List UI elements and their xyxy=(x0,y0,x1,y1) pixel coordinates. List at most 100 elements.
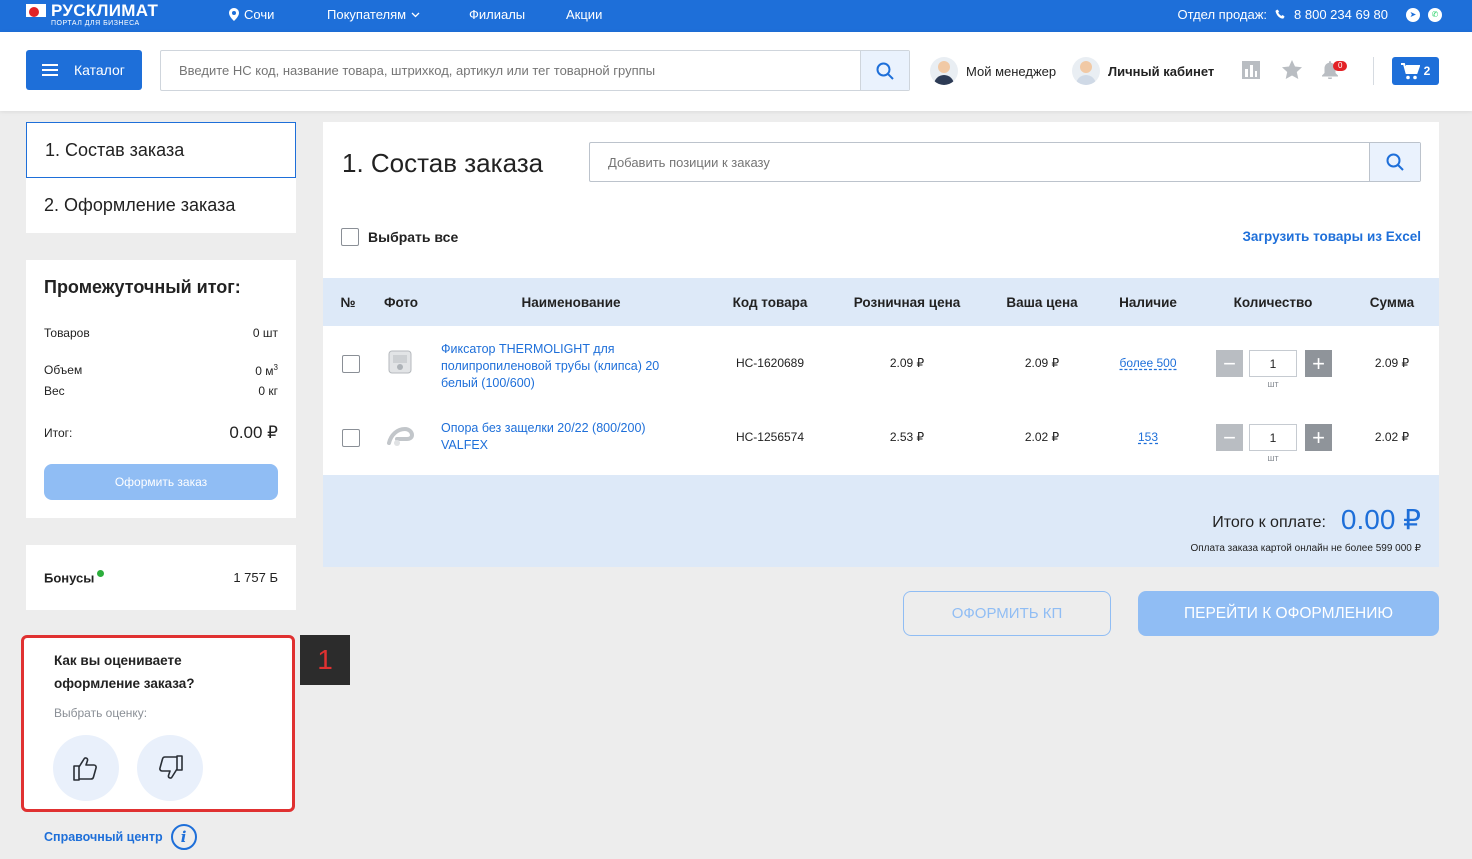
thumbs-down-button[interactable] xyxy=(137,735,203,801)
add-items-search-button[interactable] xyxy=(1369,143,1420,181)
bonus-coin-icon xyxy=(97,569,105,577)
row-checkbox[interactable] xyxy=(342,429,360,447)
product-code: НС-1620689 xyxy=(735,356,805,370)
increase-button[interactable]: + xyxy=(1305,424,1332,451)
order-total: Итого к оплате: 0.00 ₽ Оплата заказа кар… xyxy=(323,475,1439,567)
order-composition-panel: 1. Состав заказа Выбрать все Загрузить т… xyxy=(323,122,1439,567)
personal-cabinet-link[interactable]: Личный кабинет xyxy=(1072,57,1214,85)
my-manager-link[interactable]: Мой менеджер xyxy=(930,57,1056,85)
upload-excel-link[interactable]: Загрузить товары из Excel xyxy=(1242,229,1421,244)
col-quantity: Количество xyxy=(1233,295,1313,310)
volume-label: Объем xyxy=(44,363,83,377)
product-code: НС-1256574 xyxy=(735,430,805,444)
subtotal-goods-row: Товаров 0 шт xyxy=(44,326,278,340)
nav-buyers-label: Покупателям xyxy=(327,7,407,22)
header-divider xyxy=(1373,57,1374,85)
nav-branches[interactable]: Филиалы xyxy=(469,7,525,22)
subtotal-weight-row: Вес 0 кг xyxy=(44,384,278,398)
quantity-unit: шт xyxy=(1267,453,1279,463)
col-name: Наименование xyxy=(521,295,621,310)
product-name-link[interactable]: Опора без защелки 20/22 (800/200) VALFEX xyxy=(441,420,676,454)
col-retail-price: Розничная цена xyxy=(853,295,961,310)
logo-subtitle: ПОРТАЛ ДЛЯ БИЗНЕСА xyxy=(51,19,140,27)
quantity-stepper: − 1 + шт xyxy=(1216,350,1332,389)
rating-prompt: Выбрать оценку: xyxy=(54,706,148,720)
page-title: 1. Состав заказа xyxy=(342,148,544,178)
notifications-badge: 0 xyxy=(1333,61,1348,71)
nav-promotions[interactable]: Акции xyxy=(566,7,602,22)
table-row: Фиксатор THERMOLIGHT для полипропиленово… xyxy=(323,326,1439,400)
product-photo[interactable] xyxy=(383,419,419,455)
row-checkbox[interactable] xyxy=(342,355,360,373)
col-photo: Фото xyxy=(383,295,419,310)
sales-label: Отдел продаж: xyxy=(1177,7,1268,22)
location-pin-icon xyxy=(229,8,239,21)
sales-contacts: Отдел продаж: 8 800 234 69 80 ➤ ✆ xyxy=(1177,7,1442,22)
create-quote-button[interactable]: ОФОРМИТЬ КП xyxy=(903,591,1111,636)
table-header: № Фото Наименование Код товара Розничная… xyxy=(323,278,1439,326)
logo[interactable]: РУСКЛИМАТ ПОРТАЛ ДЛЯ БИЗНЕСА xyxy=(26,0,159,27)
sales-phone[interactable]: 8 800 234 69 80 xyxy=(1294,7,1388,22)
select-all-label: Выбрать все xyxy=(368,229,459,245)
star-icon[interactable] xyxy=(1282,60,1302,79)
quantity-input[interactable]: 1 xyxy=(1249,350,1297,377)
retail-price: 2.09 ₽ xyxy=(889,356,925,370)
catalog-button[interactable]: Каталог xyxy=(26,50,142,90)
row-sum: 2.02 ₽ xyxy=(1374,430,1410,444)
order-steps: 1. Состав заказа 2. Оформление заказа xyxy=(26,122,296,233)
volume-value-wrap: 0 м3 xyxy=(255,363,278,378)
step-composition[interactable]: 1. Состав заказа xyxy=(26,122,296,178)
personal-cabinet-label: Личный кабинет xyxy=(1108,63,1215,79)
city-label: Сочи xyxy=(244,7,275,22)
stock-link[interactable]: 153 xyxy=(1138,430,1158,444)
thumbs-down-icon xyxy=(159,755,183,779)
global-search-input[interactable] xyxy=(161,51,851,90)
select-all-checkbox[interactable] xyxy=(341,228,359,246)
add-items-input[interactable] xyxy=(590,143,1360,181)
quantity-stepper: − 1 + шт xyxy=(1216,424,1332,463)
select-all[interactable]: Выбрать все xyxy=(341,228,458,246)
nav-buyers[interactable]: Покупателям xyxy=(327,7,420,22)
chart-icon[interactable] xyxy=(1242,61,1260,79)
stock-link[interactable]: более 500 xyxy=(1120,356,1177,370)
menu-icon xyxy=(42,64,58,76)
table-row: Опора без защелки 20/22 (800/200) VALFEX… xyxy=(323,400,1439,474)
phone-icon xyxy=(1275,9,1285,19)
volume-unit-sup: 3 xyxy=(273,363,278,372)
payable-value: 0.00 ₽ xyxy=(1340,504,1421,535)
decrease-button[interactable]: − xyxy=(1216,424,1243,451)
product-name-link[interactable]: Фиксатор THERMOLIGHT для полипропиленово… xyxy=(441,341,676,392)
help-center-link[interactable]: Справочный центр i xyxy=(44,824,197,850)
bonus-label: Бонусы xyxy=(44,570,95,586)
col-number: № xyxy=(340,295,356,310)
total-value: 0.00 ₽ xyxy=(229,423,278,442)
your-price: 2.02 ₽ xyxy=(1024,430,1060,444)
row-sum: 2.09 ₽ xyxy=(1374,356,1410,370)
logo-mark-icon xyxy=(26,4,46,24)
step-checkout[interactable]: 2. Оформление заказа xyxy=(26,178,296,233)
proceed-to-checkout-button[interactable]: ПЕРЕЙТИ К ОФОРМЛЕНИЮ xyxy=(1138,591,1439,636)
product-photo[interactable] xyxy=(383,345,419,381)
place-order-button[interactable]: Оформить заказ xyxy=(44,464,278,500)
help-center-label: Справочный центр xyxy=(44,830,163,844)
increase-button[interactable]: + xyxy=(1305,350,1332,377)
whatsapp-icon[interactable]: ✆ xyxy=(1428,7,1442,22)
quantity-unit: шт xyxy=(1267,379,1279,389)
col-your-price: Ваша цена xyxy=(1006,295,1078,310)
telegram-icon[interactable]: ➤ xyxy=(1406,7,1420,22)
logo-title: РУСКЛИМАТ xyxy=(51,0,159,20)
quantity-input[interactable]: 1 xyxy=(1249,424,1297,451)
catalog-label: Каталог xyxy=(74,62,125,78)
thumbs-up-button[interactable] xyxy=(53,735,119,801)
subtotal-title: Промежуточный итог: xyxy=(44,277,241,297)
search-icon xyxy=(1386,153,1404,171)
payment-limit-note: Оплата заказа картой онлайн не более 599… xyxy=(1190,543,1421,554)
add-items-search xyxy=(589,142,1421,182)
global-search-button[interactable] xyxy=(860,51,909,90)
bonus-label-wrap: Бонусы xyxy=(44,569,105,586)
subtotal-card: Промежуточный итог: Товаров 0 шт Объем 0… xyxy=(26,260,296,518)
cart-button[interactable]: 2 xyxy=(1392,57,1439,85)
city-selector[interactable]: Сочи xyxy=(229,7,274,22)
rating-widget: Как вы оцениваете оформление заказа? Выб… xyxy=(21,635,295,812)
decrease-button[interactable]: − xyxy=(1216,350,1243,377)
